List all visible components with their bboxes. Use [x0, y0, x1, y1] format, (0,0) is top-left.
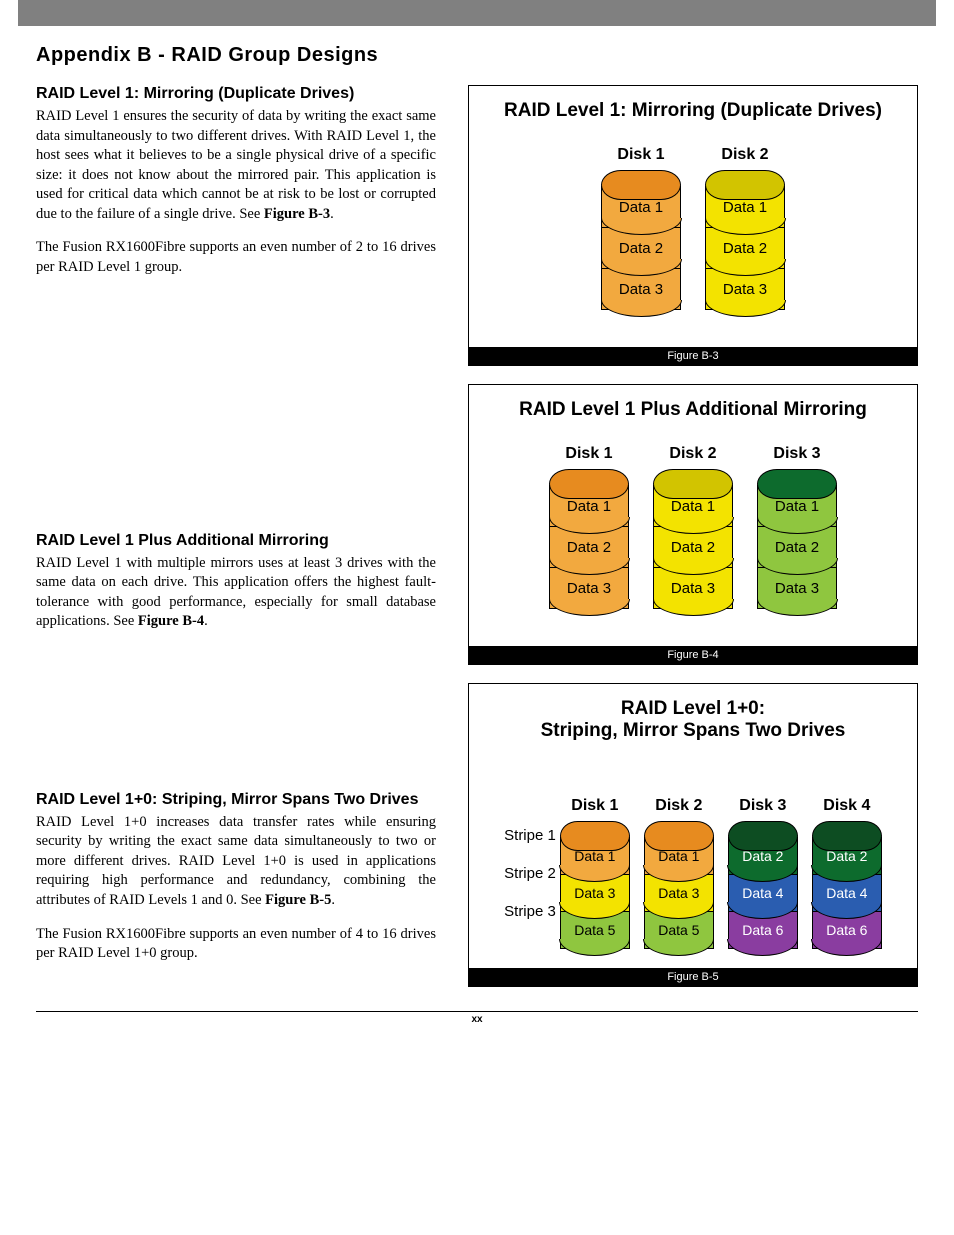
section-raid10: RAID Level 1+0: Striping, Mirror Spans T…	[36, 791, 436, 964]
disk-stack: Disk 3Data 1Data 2Data 3	[757, 445, 837, 608]
page-number: xx	[36, 1011, 918, 1025]
raid1-p2: The Fusion RX1600Fibre supports an even …	[36, 238, 436, 277]
figure-b4-caption: Figure B-4	[469, 646, 917, 664]
disk-stack: Disk 1Data 1Data 3Data 5	[560, 797, 630, 948]
disk-stack: Disk 1Data 1Data 2Data 3	[549, 445, 629, 608]
disk-cap-icon	[812, 821, 882, 851]
figure-b5: RAID Level 1+0: Striping, Mirror Spans T…	[468, 683, 918, 987]
figure-b4: RAID Level 1 Plus Additional Mirroring D…	[468, 384, 918, 665]
raid10-p1: RAID Level 1+0 increases data transfer r…	[36, 813, 436, 911]
disk-cap-icon	[644, 821, 714, 851]
disk-stack: Disk 2Data 1Data 2Data 3	[653, 445, 733, 608]
disk-cap-icon	[757, 469, 837, 499]
disk-cap-icon	[560, 821, 630, 851]
disk-cap-icon	[549, 469, 629, 499]
figure-b4-title: RAID Level 1 Plus Additional Mirroring	[469, 385, 917, 445]
figure-b3: RAID Level 1: Mirroring (Duplicate Drive…	[468, 85, 918, 366]
section-raid1plus: RAID Level 1 Plus Additional Mirroring R…	[36, 532, 436, 632]
disk-label: Disk 2	[721, 146, 768, 164]
raid1plus-heading: RAID Level 1 Plus Additional Mirroring	[36, 532, 436, 550]
raid1-heading: RAID Level 1: Mirroring (Duplicate Drive…	[36, 85, 436, 103]
figure-b5-caption: Figure B-5	[469, 968, 917, 986]
raid10-heading: RAID Level 1+0: Striping, Mirror Spans T…	[36, 791, 436, 809]
section-raid1: RAID Level 1: Mirroring (Duplicate Drive…	[36, 85, 436, 278]
page-title: Appendix B - RAID Group Designs	[36, 44, 918, 67]
disk-cap-icon	[601, 170, 681, 200]
disk-label: Disk 3	[739, 797, 786, 815]
disk-cap-icon	[705, 170, 785, 200]
disk-label: Disk 1	[565, 445, 612, 463]
disk-stack: Disk 2Data 1Data 2Data 3	[705, 146, 785, 309]
disk-cap-icon	[728, 821, 798, 851]
disk-stack: Disk 3Data 2Data 4Data 6	[728, 797, 798, 948]
stripe-label: Stripe 3	[504, 892, 556, 930]
raid1plus-p1: RAID Level 1 with multiple mirrors uses …	[36, 554, 436, 632]
disk-label: Disk 2	[655, 797, 702, 815]
figure-b3-title: RAID Level 1: Mirroring (Duplicate Drive…	[469, 86, 917, 146]
disk-cap-icon	[653, 469, 733, 499]
stripe-label: Stripe 1	[504, 816, 556, 854]
stripe-label: Stripe 2	[504, 854, 556, 892]
raid10-p2: The Fusion RX1600Fibre supports an even …	[36, 925, 436, 964]
disk-label: Disk 4	[823, 797, 870, 815]
figure-b5-title: RAID Level 1+0: Striping, Mirror Spans T…	[469, 684, 917, 766]
raid1-p1: RAID Level 1 ensures the security of dat…	[36, 107, 436, 224]
disk-label: Disk 2	[669, 445, 716, 463]
right-column: RAID Level 1: Mirroring (Duplicate Drive…	[468, 85, 918, 1005]
figure-b3-caption: Figure B-3	[469, 347, 917, 365]
left-column: RAID Level 1: Mirroring (Duplicate Drive…	[36, 85, 436, 1005]
two-column-layout: RAID Level 1: Mirroring (Duplicate Drive…	[36, 85, 918, 1005]
disk-stack: Disk 2Data 1Data 3Data 5	[644, 797, 714, 948]
disk-label: Disk 1	[617, 146, 664, 164]
disk-stack: Disk 4Data 2Data 4Data 6	[812, 797, 882, 948]
disk-label: Disk 1	[571, 797, 618, 815]
disk-stack: Disk 1Data 1Data 2Data 3	[601, 146, 681, 309]
disk-label: Disk 3	[773, 445, 820, 463]
header-bar	[18, 0, 936, 26]
